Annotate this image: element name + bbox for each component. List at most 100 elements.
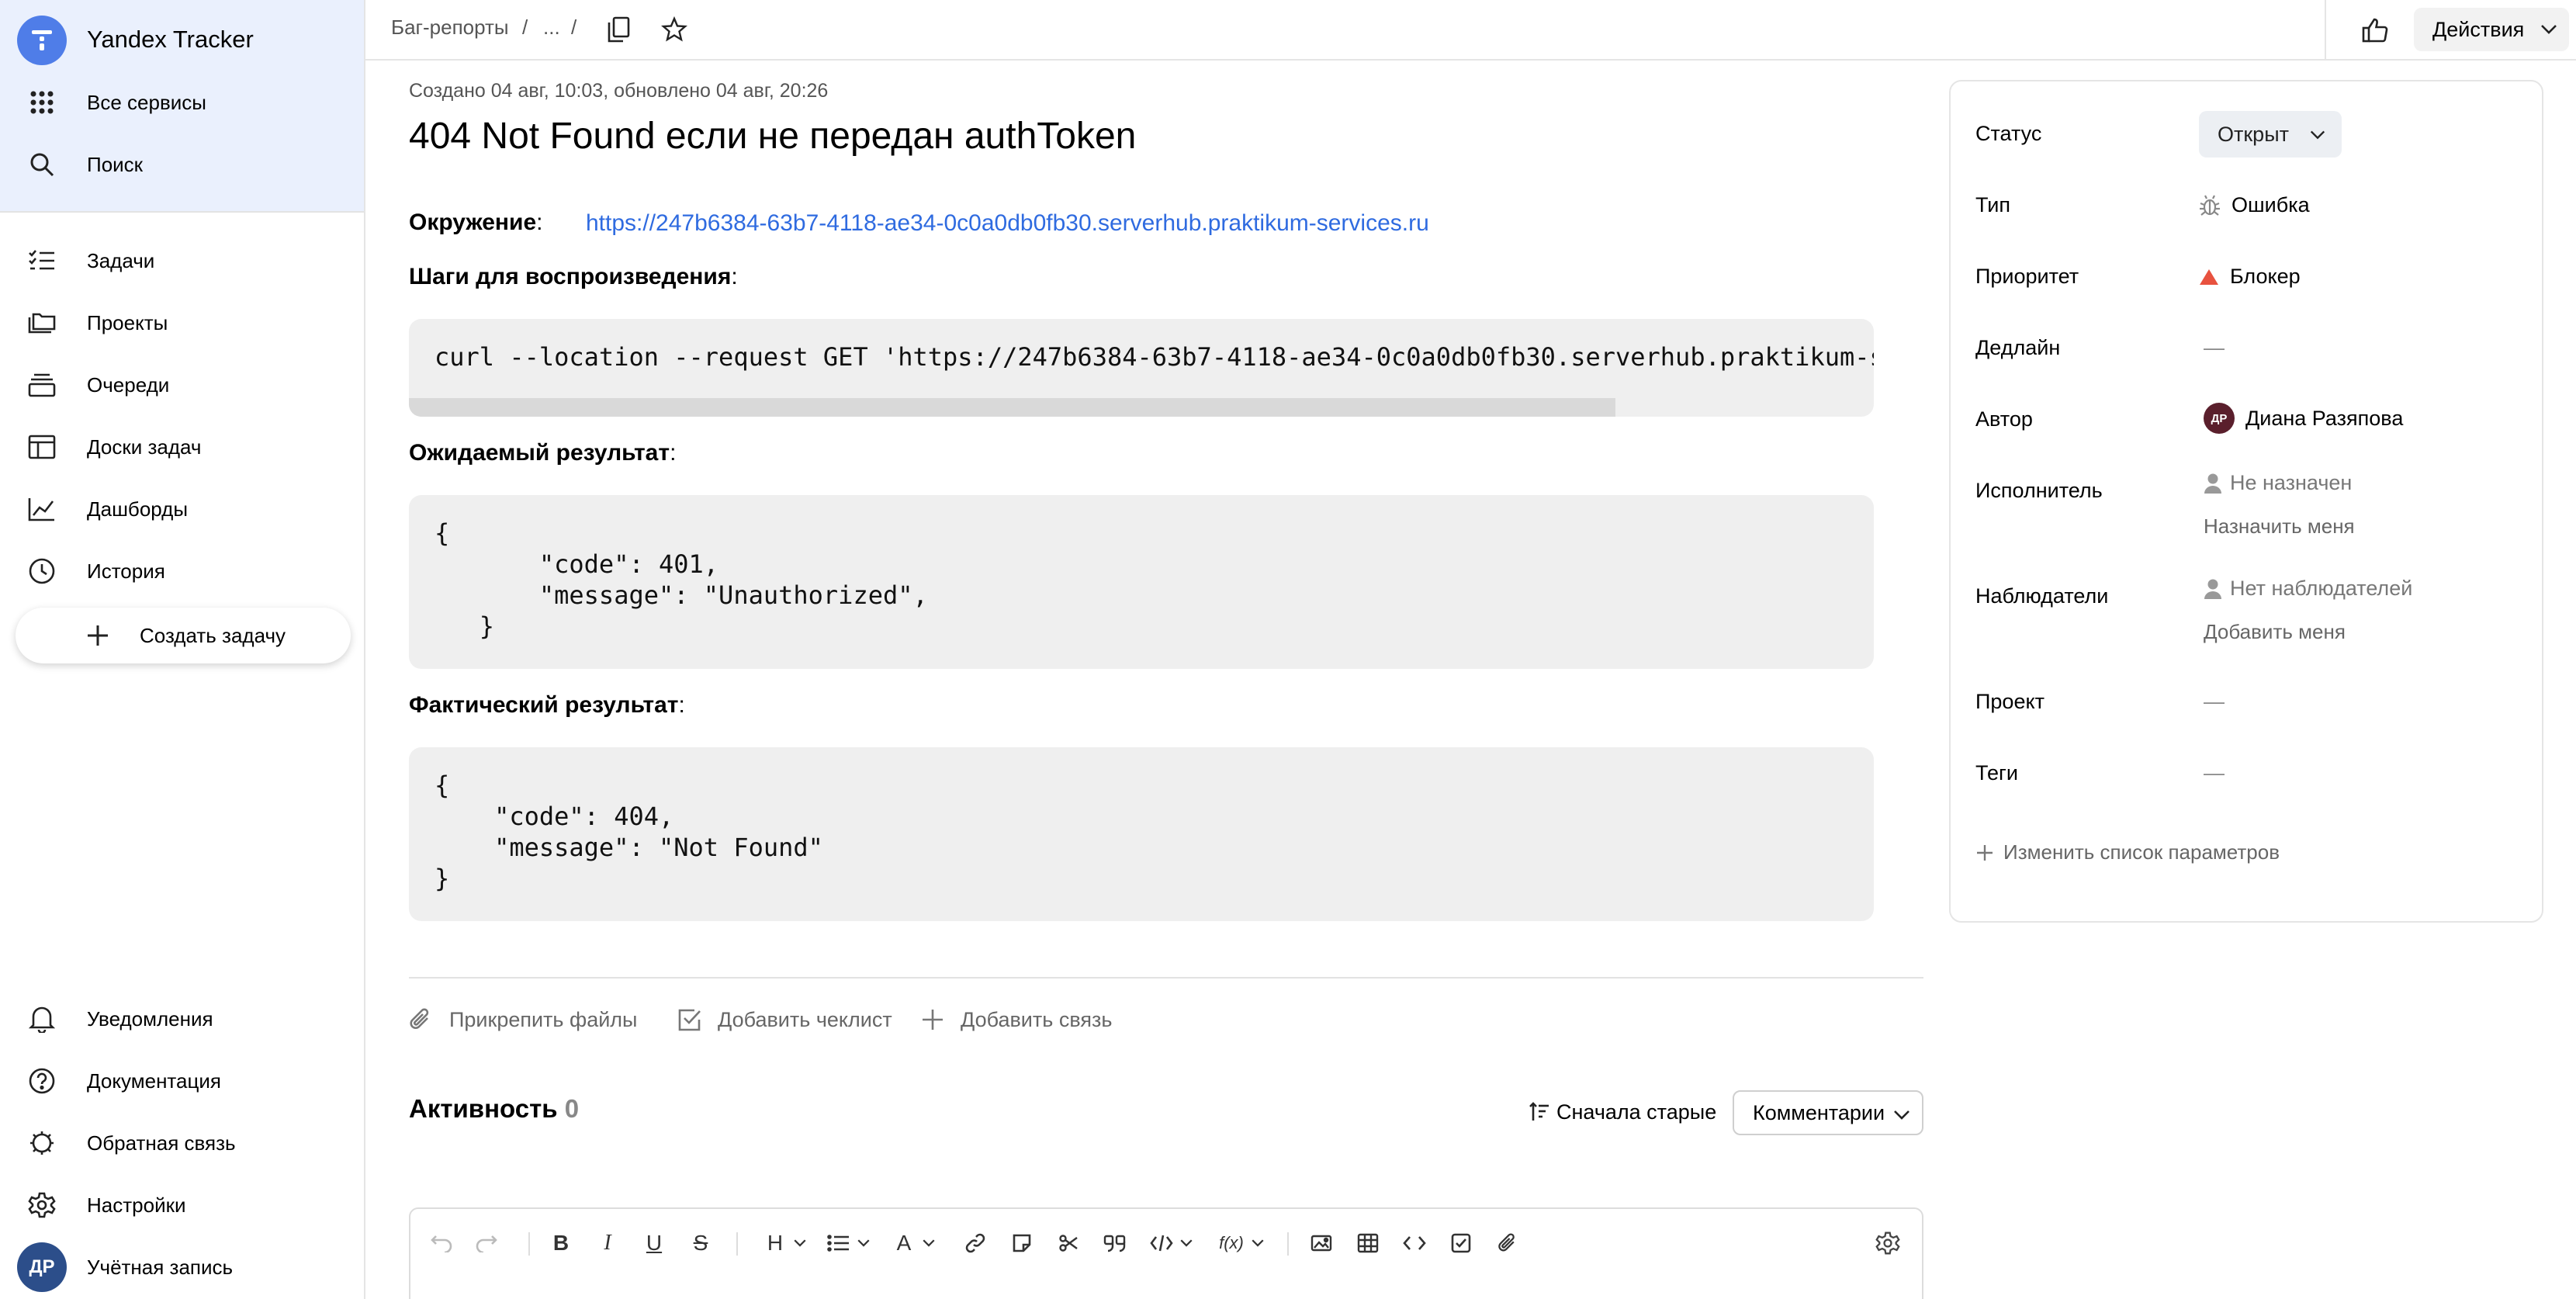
status-label: Статус <box>1975 122 2042 145</box>
sidebar-item-projects[interactable]: Проекты <box>0 296 364 350</box>
colon: : <box>678 692 685 718</box>
bold-button[interactable]: B <box>544 1226 578 1260</box>
chevron-down-icon[interactable] <box>1169 1226 1203 1260</box>
tags-value[interactable]: — <box>2204 761 2225 785</box>
edit-params-button[interactable]: Изменить список параметров <box>1975 840 2280 864</box>
strikethrough-button[interactable]: S <box>684 1226 718 1260</box>
attach-files-button[interactable]: Прикрепить файлы <box>409 1004 642 1035</box>
create-task-button[interactable]: Создать задачу <box>16 608 351 663</box>
author-name: Диана Разяпова <box>2245 406 2404 430</box>
deadline-value[interactable]: — <box>2204 336 2225 360</box>
sidebar-item-label: Очереди <box>87 372 170 397</box>
assignee-value[interactable]: Не назначен <box>2204 471 2352 495</box>
sidebar-item-label: Проекты <box>87 310 168 334</box>
sidebar-item-feedback[interactable]: Обратная связь <box>0 1116 364 1170</box>
sidebar-item-label: Обратная связь <box>87 1131 236 1155</box>
sidebar-item-account[interactable]: Учётная запись <box>0 1240 364 1294</box>
status-select[interactable]: Открыт <box>2199 111 2342 158</box>
project-value[interactable]: — <box>2204 690 2225 714</box>
watch-me-link[interactable]: Добавить меня <box>2204 620 2346 644</box>
activity-filter-select[interactable]: Комментарии <box>1733 1090 1923 1135</box>
toolbar-separator <box>736 1232 738 1256</box>
image-icon[interactable] <box>1304 1226 1338 1260</box>
sidebar-item-tasks[interactable]: Задачи <box>0 234 364 288</box>
top-bar: Баг-репорты / ... / Действия <box>365 0 2576 61</box>
settings-gear-icon[interactable] <box>1871 1226 1905 1260</box>
add-checklist-label: Добавить чеклист <box>718 1007 892 1031</box>
colon: : <box>536 210 543 235</box>
sidebar-item-dashboards[interactable]: Дашборды <box>0 482 364 536</box>
expected-code-block[interactable]: { "code": 401, "message": "Unauthorized"… <box>409 495 1874 669</box>
chevron-down-icon <box>2540 20 2558 43</box>
star-icon[interactable] <box>659 14 690 45</box>
code-line: "code": 401, <box>435 549 719 579</box>
sort-order-label: Сначала старые <box>1556 1100 1717 1124</box>
sidebar-item-label: Поиск <box>87 152 144 176</box>
add-checklist-button[interactable]: Добавить чеклист <box>677 1004 902 1035</box>
checkbox-icon[interactable] <box>1444 1226 1478 1260</box>
note-icon[interactable] <box>1005 1226 1039 1260</box>
sidebar-item-search[interactable]: Поиск <box>0 137 364 192</box>
comment-editor[interactable]: B I U S H A f(x) <box>409 1207 1923 1299</box>
add-link-label: Добавить связь <box>961 1007 1113 1031</box>
chevron-down-icon[interactable] <box>1241 1226 1275 1260</box>
actions-button[interactable]: Действия <box>2414 8 2569 51</box>
quote-icon[interactable] <box>1098 1226 1132 1260</box>
horizontal-scrollbar[interactable] <box>409 398 1615 417</box>
chevron-down-icon <box>2309 126 2326 147</box>
link-icon[interactable] <box>958 1226 992 1260</box>
board-icon <box>26 433 57 461</box>
sidebar-item-notifications[interactable]: Уведомления <box>0 992 364 1046</box>
watchers-value[interactable]: Нет наблюдателей <box>2204 577 2412 601</box>
issue-title[interactable]: 404 Not Found если не передан authToken <box>409 115 1136 158</box>
inline-code-icon[interactable] <box>1397 1226 1432 1260</box>
add-link-button[interactable]: Добавить связь <box>920 1004 1114 1035</box>
copy-icon[interactable] <box>603 14 634 45</box>
like-icon[interactable] <box>2356 11 2394 50</box>
sidebar-divider <box>0 211 364 213</box>
sidebar-item-history[interactable]: История <box>0 544 364 598</box>
steps-label-text: Шаги для воспроизведения <box>409 264 732 289</box>
author-value[interactable]: ДР Диана Разяпова <box>2204 403 2403 434</box>
sidebar-item-label: Документация <box>87 1069 221 1093</box>
author-label: Автор <box>1975 407 2033 431</box>
underline-button[interactable]: U <box>637 1226 671 1260</box>
sidebar-item-label: Уведомления <box>87 1006 213 1031</box>
breadcrumb-root[interactable]: Баг-репорты <box>391 16 509 40</box>
type-value[interactable]: Ошибка <box>2199 193 2310 217</box>
code-line: "code": 404, <box>435 802 674 831</box>
chevron-down-icon[interactable] <box>783 1226 817 1260</box>
actual-code-block[interactable]: { "code": 404, "message": "Not Found" } <box>409 747 1874 921</box>
sidebar-item-docs[interactable]: Документация <box>0 1054 364 1108</box>
actual-label-text: Фактический результат <box>409 692 679 718</box>
table-icon[interactable] <box>1351 1226 1385 1260</box>
sidebar-item-boards[interactable]: Доски задач <box>0 420 364 474</box>
grid-icon <box>26 88 57 116</box>
colon: : <box>670 440 677 466</box>
breadcrumb-separator: / <box>522 16 528 39</box>
steps-code-block[interactable]: curl --location --request GET 'https://2… <box>409 319 1874 417</box>
topbar-divider <box>2325 0 2326 59</box>
assign-me-link[interactable]: Назначить меня <box>2204 514 2355 539</box>
app-title[interactable]: Yandex Tracker <box>87 26 254 54</box>
sort-order-button[interactable]: Сначала старые <box>1529 1096 1717 1128</box>
priority-value[interactable]: Блокер <box>2199 265 2301 289</box>
content-divider <box>409 977 1923 979</box>
undo-icon[interactable] <box>424 1226 459 1260</box>
italic-button[interactable]: I <box>590 1226 625 1260</box>
redo-icon[interactable] <box>469 1226 504 1260</box>
attach-files-label: Прикрепить файлы <box>449 1007 638 1031</box>
paperclip-icon[interactable] <box>1491 1226 1525 1260</box>
environment-link[interactable]: https://247b6384-63b7-4118-ae34-0c0a0db0… <box>586 210 1429 237</box>
tracker-logo-icon[interactable] <box>17 16 67 65</box>
create-task-label: Создать задачу <box>140 623 286 647</box>
chevron-down-icon[interactable] <box>912 1226 946 1260</box>
sidebar-item-all-services[interactable]: Все сервисы <box>0 75 364 130</box>
breadcrumb-ellipsis[interactable]: ... <box>543 16 560 40</box>
status-value: Открыт <box>2218 122 2289 146</box>
sidebar-item-settings[interactable]: Настройки <box>0 1178 364 1232</box>
chevron-down-icon[interactable] <box>847 1226 881 1260</box>
scissors-icon[interactable] <box>1051 1226 1085 1260</box>
sidebar-item-queues[interactable]: Очереди <box>0 358 364 412</box>
plus-icon <box>85 623 110 652</box>
